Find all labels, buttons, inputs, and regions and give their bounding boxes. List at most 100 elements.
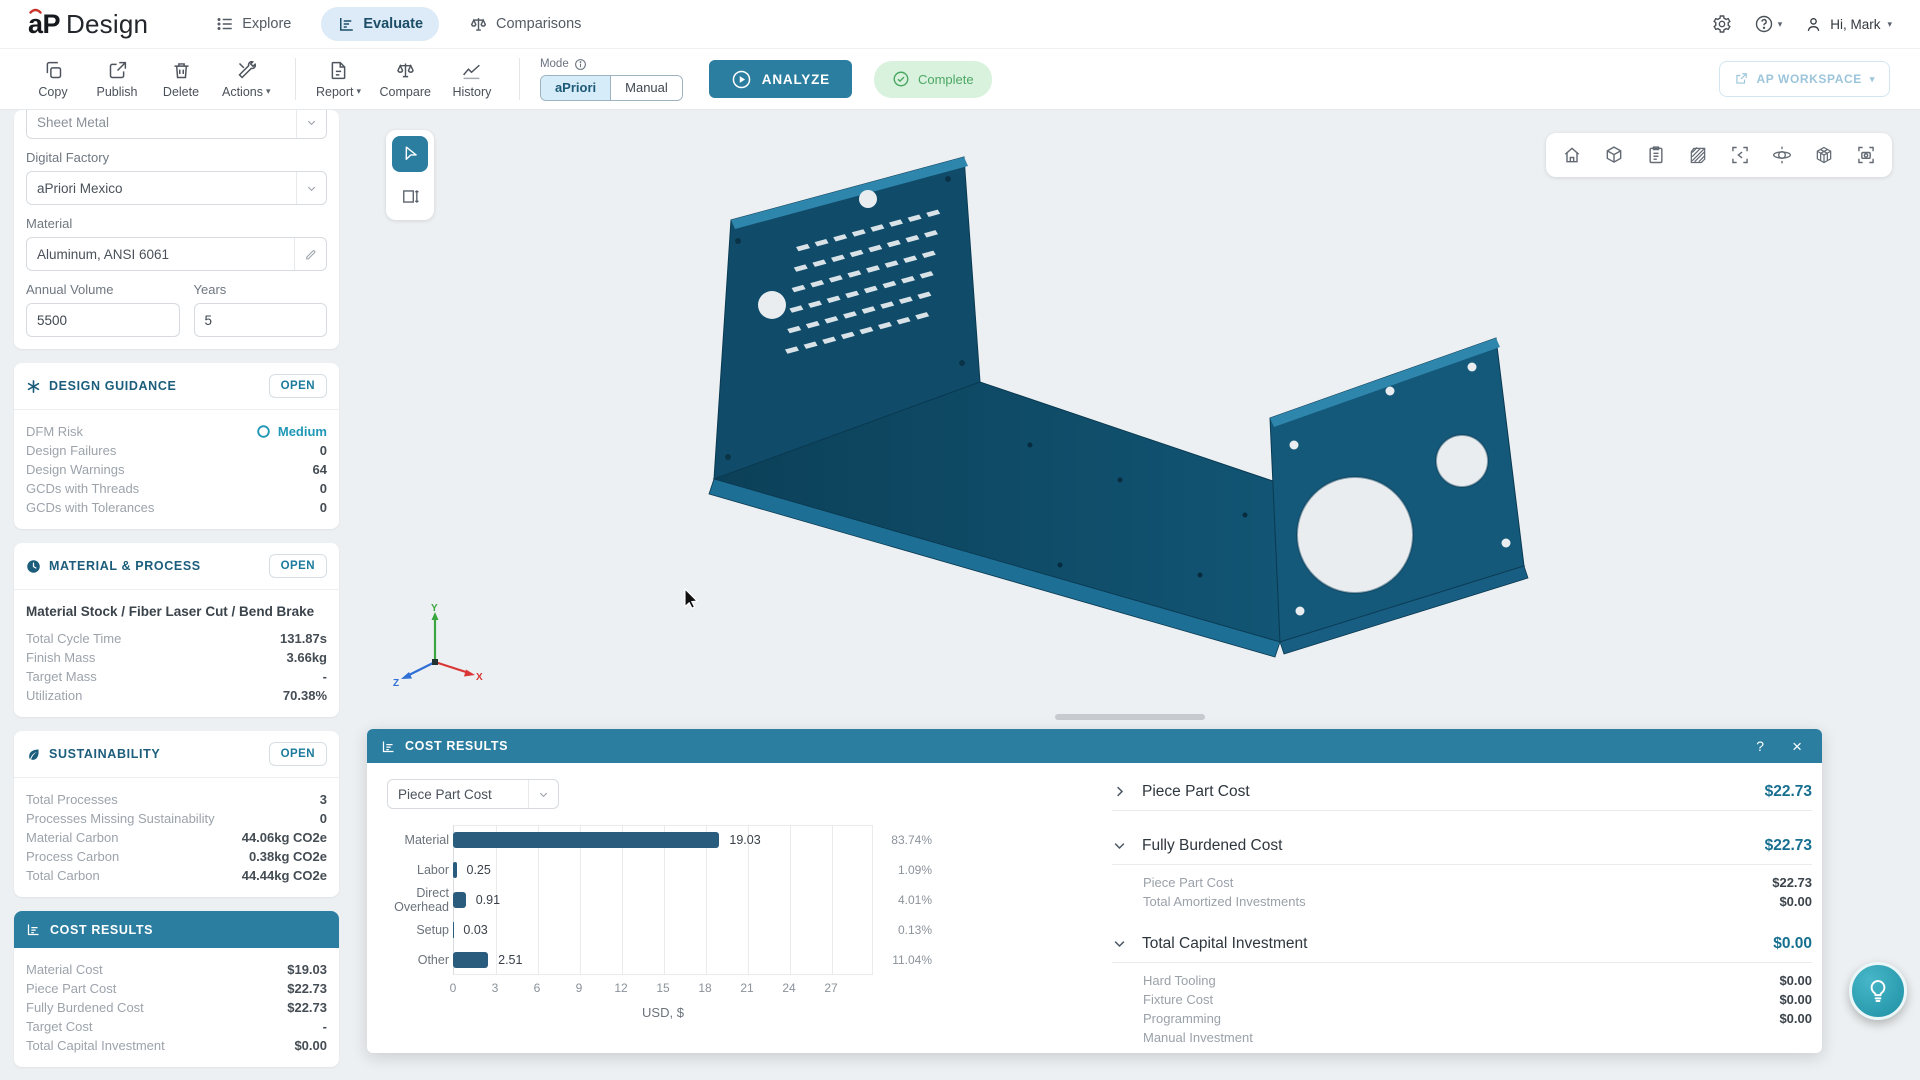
design-guidance-stats: Design Failures0Design Warnings64GCDs wi… [26, 441, 327, 517]
isometric-view-button[interactable] [1596, 137, 1632, 173]
chart-bar[interactable] [453, 892, 466, 908]
part-details-button[interactable] [1638, 137, 1674, 173]
chart-percent-label: 83.74% [873, 833, 932, 847]
cost-results-panel-header[interactable]: COST RESULTS ? × [367, 729, 1822, 763]
nav-right-actions: ▾ Hi, Mark ▾ [1712, 14, 1892, 34]
scale-icon [395, 60, 416, 81]
stat-value: 0 [320, 500, 327, 515]
stat-value: 3.66kg [287, 650, 327, 665]
years-input[interactable] [194, 303, 327, 337]
cost-tree-child-row: Total Amortized Investments$0.00 [1143, 892, 1812, 911]
report-menu-button[interactable]: Report▾ [316, 60, 362, 99]
toolbar-divider [519, 58, 520, 100]
stat-value: - [323, 669, 327, 684]
chevron-down-icon: ▾ [1887, 20, 1892, 29]
check-circle-icon [892, 70, 910, 88]
stat-label: Piece Part Cost [26, 981, 116, 996]
mode-option-manual[interactable]: Manual [611, 76, 682, 100]
publish-button[interactable]: Publish [94, 60, 140, 99]
user-menu[interactable]: Hi, Mark ▾ [1804, 15, 1892, 34]
panel-help-button[interactable]: ? [1750, 738, 1770, 754]
edit-pencil-icon[interactable] [294, 238, 326, 270]
panel-close-button[interactable]: × [1786, 737, 1808, 756]
chevron-down-icon[interactable] [1112, 838, 1127, 853]
routing-summary: Material Stock / Fiber Laser Cut / Bend … [26, 604, 327, 619]
chart-category-label: Labor [387, 863, 449, 877]
actions-menu-button[interactable]: Actions▾ [222, 60, 271, 99]
stat-value: 64 [313, 462, 327, 477]
info-icon[interactable] [574, 58, 587, 71]
open-material-process-button[interactable]: OPEN [269, 554, 327, 578]
lightbulb-icon [1865, 978, 1891, 1004]
snapshot-button[interactable] [1848, 137, 1884, 173]
home-view-button[interactable] [1554, 137, 1590, 173]
exploded-view-button[interactable] [1806, 137, 1842, 173]
copy-button[interactable]: Copy [30, 60, 76, 99]
delete-button[interactable]: Delete [158, 60, 204, 99]
tab-evaluate[interactable]: Evaluate [321, 7, 439, 41]
chart-bar[interactable] [453, 922, 454, 938]
cad-model-sheet-metal-part[interactable] [700, 145, 1540, 705]
cost-tree-value: $0.00 [1773, 935, 1812, 953]
material-field[interactable]: Aluminum, ANSI 6061 [26, 237, 327, 271]
stat-row: Target Mass- [26, 667, 327, 686]
report-icon [328, 60, 349, 81]
chart-bar[interactable] [453, 862, 457, 878]
chevron-down-icon: ▾ [357, 87, 362, 96]
tree-gap [1112, 811, 1812, 827]
axis-x-label: X [476, 672, 483, 683]
chevron-down-icon: ▾ [1870, 75, 1875, 84]
cost-tree-child-label: Piece Part Cost [1143, 875, 1233, 890]
history-button[interactable]: History [449, 60, 495, 99]
chart-tick-label: 15 [656, 981, 669, 995]
chart-bar[interactable] [453, 832, 719, 848]
axis-y-label: Y [431, 603, 438, 614]
scenario-inputs-card: Sheet Metal Digital Factory aPriori Mexi… [14, 110, 339, 349]
measure-tool[interactable] [392, 178, 428, 214]
settings-gear-icon[interactable] [1712, 14, 1732, 34]
open-sustainability-button[interactable]: OPEN [269, 742, 327, 766]
section-view-button[interactable] [1680, 137, 1716, 173]
tab-explore[interactable]: Explore [200, 7, 307, 41]
toolbar-divider [295, 58, 296, 100]
material-process-stats: Total Cycle Time131.87sFinish Mass3.66kg… [26, 629, 327, 705]
chart-bar[interactable] [453, 952, 488, 968]
viewport-scrollbar[interactable] [1055, 714, 1205, 720]
chart-tick-label: 18 [698, 981, 711, 995]
asterisk-icon [26, 379, 41, 394]
mode-option-apriori[interactable]: aPriori [541, 76, 611, 100]
cost-results-panel: COST RESULTS ? × Piece Part Cost Materia… [367, 729, 1822, 1053]
cost-tree-node[interactable]: Fully Burdened Cost$22.73 [1112, 827, 1812, 865]
annual-volume-input[interactable] [26, 303, 180, 337]
chart-percent-label: 4.01% [873, 893, 932, 907]
compare-button[interactable]: Compare [380, 60, 431, 99]
open-design-guidance-button[interactable]: OPEN [269, 374, 327, 398]
fit-view-button[interactable] [1722, 137, 1758, 173]
stat-row: Total Cycle Time131.87s [26, 629, 327, 648]
cost-tree-node[interactable]: Total Capital Investment$0.00 [1112, 925, 1812, 963]
tab-comparisons[interactable]: Comparisons [453, 7, 597, 42]
line-chart-icon [461, 60, 482, 81]
select-cursor-tool[interactable] [392, 136, 428, 172]
orbit-rotate-button[interactable] [1764, 137, 1800, 173]
help-menu[interactable]: ▾ [1754, 14, 1783, 34]
digital-factory-select[interactable]: aPriori Mexico [26, 171, 327, 205]
cost-tree-child-row: Piece Part Cost$22.73 [1143, 873, 1812, 892]
logo-product-name: Design [66, 9, 148, 40]
chevron-down-icon[interactable] [1112, 936, 1127, 951]
stat-label: Total Processes [26, 792, 118, 807]
panel-title: SUSTAINABILITY [49, 747, 160, 761]
stat-row: Processes Missing Sustainability0 [26, 809, 327, 828]
analyze-button[interactable]: ANALYZE [709, 60, 852, 98]
stat-row: GCDs with Threads0 [26, 479, 327, 498]
stat-row: Design Warnings64 [26, 460, 327, 479]
ap-workspace-button[interactable]: AP WORKSPACE ▾ [1719, 61, 1890, 97]
assistant-fab-button[interactable] [1849, 962, 1907, 1020]
chevron-right-icon[interactable] [1112, 784, 1127, 799]
chart-row: Other2.5111.04% [387, 945, 932, 975]
risk-ring-icon [256, 424, 271, 439]
dfm-risk-value: Medium [256, 424, 327, 439]
process-group-select[interactable]: Sheet Metal [26, 110, 327, 139]
cost-tree-node[interactable]: Piece Part Cost$22.73 [1112, 773, 1812, 811]
cost-metric-dropdown[interactable]: Piece Part Cost [387, 779, 559, 809]
